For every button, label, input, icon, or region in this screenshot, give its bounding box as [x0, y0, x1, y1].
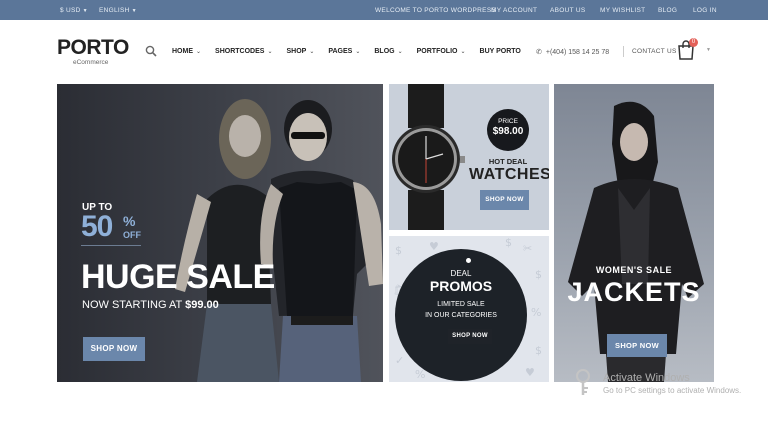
starting-prefix: NOW STARTING AT: [82, 299, 186, 311]
dot-icon: [466, 258, 471, 263]
svg-text:$: $: [535, 344, 542, 357]
svg-text:♥: ♥: [525, 366, 535, 379]
promo-headline: HUGE SALE: [81, 258, 275, 296]
nav-label: SHORTCODES: [215, 48, 265, 55]
phone-text: +(404) 158 14 25 78: [545, 48, 610, 56]
main-nav: HOME ⌄ SHORTCODES ⌄ SHOP ⌄ PAGES ⌄ BLOG ⌄ POR…: [172, 48, 535, 55]
banner-watches[interactable]: PRICE $98.00 HOT DEAL WATCHES SHOP NOW: [389, 84, 549, 230]
promos-title: PROMOS: [429, 278, 493, 294]
logo-subtitle: eCommerce: [73, 59, 109, 66]
starting-price: $99.00: [185, 299, 219, 311]
nav-label: BUY PORTO: [479, 48, 521, 55]
welcome-text: WELCOME TO PORTO WORDPRESS: [375, 7, 497, 14]
banner-deal-promos[interactable]: $♥✂ $🛍$ %✓$ ♥%$ DEAL PROMOS LIMITED SALE…: [389, 236, 549, 382]
nav-item-blog[interactable]: BLOG ⌄: [374, 48, 402, 55]
logo[interactable]: PORTO eCommerce: [57, 36, 129, 66]
svg-text:$: $: [505, 236, 512, 249]
svg-text:♥: ♥: [429, 240, 439, 253]
search-icon[interactable]: [145, 45, 157, 57]
nav-label: PAGES: [328, 48, 353, 55]
caret-down-icon: ▼: [706, 47, 711, 53]
chevron-down-icon: ⌄: [355, 49, 361, 55]
caret-down-icon: ▼: [131, 7, 137, 14]
nav-label: HOME: [172, 48, 193, 55]
key-icon: [576, 369, 590, 395]
banner-jackets[interactable]: WOMEN'S SALE JACKETS SHOP NOW: [554, 84, 714, 382]
phone-icon: ✆: [536, 49, 542, 56]
divider: [81, 245, 141, 246]
watermark-title: Activate Windows: [603, 372, 690, 384]
deal-label: DEAL: [450, 269, 472, 278]
chevron-down-icon: ⌄: [309, 49, 315, 55]
chevron-down-icon: ⌄: [460, 49, 466, 55]
nav-item-buy-porto[interactable]: BUY PORTO: [480, 48, 521, 55]
promo-percent-value: 50: [81, 210, 113, 243]
price-value: $98.00: [492, 126, 524, 137]
jackets-title: JACKETS: [567, 277, 701, 307]
price-label: PRICE: [498, 118, 518, 125]
top-bar: $ USD ▼ ENGLISH ▼ WELCOME TO PORTO WORDP…: [0, 0, 768, 20]
divider: [623, 46, 624, 57]
promo-line-2: IN OUR CATEGORIES: [425, 312, 497, 319]
contact-us-link[interactable]: CONTACT US: [632, 48, 677, 55]
nav-label: BLOG: [374, 48, 395, 55]
language-label: ENGLISH: [99, 7, 130, 14]
promo-subtext: LIMITED SALE IN OUR CATEGORIES: [395, 299, 527, 321]
shop-now-button[interactable]: SHOP NOW: [448, 329, 492, 344]
promo-off: OFF: [123, 230, 141, 240]
shop-now-button[interactable]: SHOP NOW: [480, 190, 529, 210]
nav-item-home[interactable]: HOME ⌄: [172, 48, 201, 55]
phone-number: ✆ +(404) 158 14 25 78: [536, 48, 610, 57]
currency-selector[interactable]: $ USD ▼: [60, 7, 88, 14]
chevron-down-icon: ⌄: [397, 49, 403, 55]
nav-label: PORTFOLIO: [416, 48, 458, 55]
language-selector[interactable]: ENGLISH ▼: [99, 7, 137, 14]
nav-label: SHOP: [286, 48, 307, 55]
svg-text:%: %: [531, 306, 541, 319]
caret-down-icon: ▼: [82, 7, 88, 14]
currency-label: $ USD: [60, 7, 81, 14]
chevron-down-icon: ⌄: [196, 49, 202, 55]
login-link[interactable]: LOG IN: [693, 7, 717, 14]
nav-item-pages[interactable]: PAGES ⌄: [328, 48, 360, 55]
shop-now-button[interactable]: SHOP NOW: [607, 334, 667, 357]
banner-huge-sale[interactable]: UP TO 50 % OFF HUGE SALE NOW STARTING AT…: [57, 84, 383, 382]
about-us-link[interactable]: ABOUT US: [550, 7, 586, 14]
svg-text:$: $: [535, 268, 542, 281]
promo-starting-text: NOW STARTING AT $99.00: [82, 299, 219, 311]
promo-percent-sign: %: [123, 213, 136, 229]
logo-name: PORTO: [57, 36, 129, 59]
promo-line-1: LIMITED SALE: [437, 301, 485, 308]
svg-text:$: $: [395, 244, 402, 257]
watches-title: WATCHES: [469, 166, 549, 183]
svg-text:✓: ✓: [395, 354, 404, 367]
hot-deal-label: HOT DEAL: [488, 157, 528, 166]
price-badge: PRICE $98.00: [487, 109, 529, 151]
nav-item-shortcodes[interactable]: SHORTCODES ⌄: [215, 48, 272, 55]
chevron-down-icon: ⌄: [267, 49, 273, 55]
my-account-link[interactable]: MY ACCOUNT: [491, 7, 537, 14]
cart-count-badge: 0: [689, 38, 698, 47]
svg-text:✂: ✂: [523, 242, 532, 255]
womens-sale-label: WOMEN'S SALE: [595, 265, 673, 275]
nav-item-portfolio[interactable]: PORTFOLIO ⌄: [417, 48, 466, 55]
watermark-subtitle: Go to PC settings to activate Windows.: [603, 386, 742, 395]
shop-now-button[interactable]: SHOP NOW: [83, 337, 145, 361]
blog-link[interactable]: BLOG: [658, 7, 677, 14]
my-wishlist-link[interactable]: MY WISHLIST: [600, 7, 645, 14]
nav-item-shop[interactable]: SHOP ⌄: [286, 48, 314, 55]
